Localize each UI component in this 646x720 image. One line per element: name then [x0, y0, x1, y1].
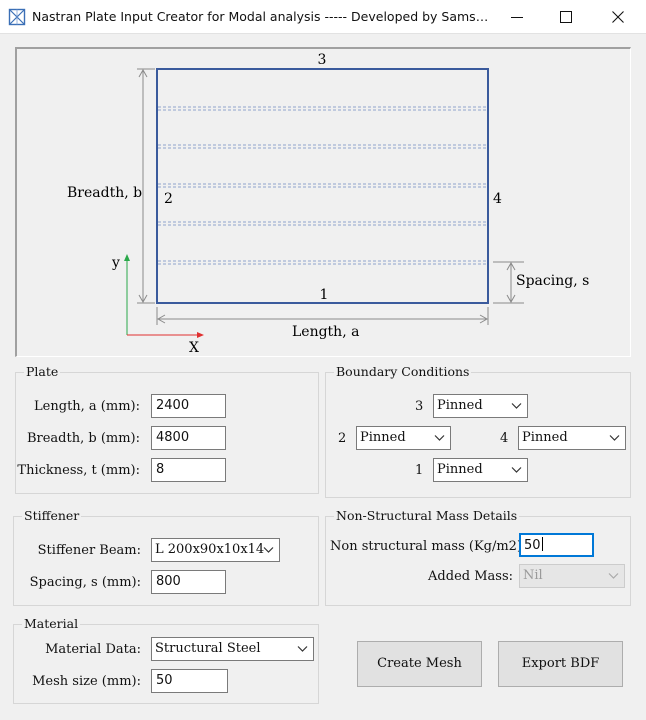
stiffener-group: Stiffener Stiffener Beam: L 200x90x10x14…	[13, 508, 319, 606]
chevron-down-icon	[297, 646, 308, 652]
close-button[interactable]	[594, 0, 642, 34]
edge4-value: Pinned	[522, 430, 568, 445]
stiffener-lines	[158, 106, 487, 265]
mesh-size-input[interactable]: 50	[151, 669, 228, 693]
material-data-select[interactable]: Structural Steel	[151, 637, 314, 661]
stiffener-spacing-input[interactable]: 800	[151, 570, 226, 594]
edge2-label: 2	[338, 431, 347, 446]
edge-label-left: 2	[164, 191, 173, 207]
material-group-title: Material	[22, 616, 81, 631]
maximize-icon	[560, 11, 572, 23]
added-mass-value: Nil	[523, 568, 543, 583]
axis-x-label: X	[189, 340, 199, 356]
chevron-down-icon	[434, 435, 445, 441]
nsm-mass-label: Non structural mass (Kg/m2):	[330, 539, 527, 554]
boundary-group: Boundary Conditions 3 Pinned 2 Pinned 4 …	[325, 364, 631, 498]
nsm-mass-value: 50	[524, 538, 541, 553]
nsm-group-title: Non-Structural Mass Details	[334, 508, 520, 523]
stiffener-beam-value: L 200x90x10x14	[155, 542, 265, 557]
stiffener-group-title: Stiffener	[22, 508, 82, 523]
length-dimension	[156, 307, 489, 325]
minimize-button[interactable]	[493, 0, 541, 34]
edge1-select[interactable]: Pinned	[433, 458, 528, 482]
app-icon	[8, 8, 26, 26]
stiffener-spacing-label: Spacing, s (mm):	[29, 575, 141, 590]
material-data-label: Material Data:	[45, 642, 141, 657]
axis-indicator	[124, 254, 204, 338]
plate-outline	[156, 68, 489, 304]
thickness-input[interactable]: 8	[151, 458, 226, 482]
create-mesh-button[interactable]: Create Mesh	[357, 641, 482, 687]
edge4-label: 4	[500, 431, 509, 446]
minimize-icon	[511, 17, 523, 18]
breadth-input[interactable]: 4800	[151, 426, 226, 450]
edge4-select[interactable]: Pinned	[518, 426, 626, 450]
edge3-select[interactable]: Pinned	[433, 394, 528, 418]
breadth-field-label: Breadth, b (mm):	[26, 431, 140, 446]
spacing-label: Spacing, s	[516, 273, 589, 289]
edge3-value: Pinned	[437, 398, 483, 413]
material-group: Material Material Data: Structural Steel…	[13, 616, 319, 704]
chevron-down-icon	[263, 547, 274, 553]
material-data-value: Structural Steel	[155, 641, 261, 656]
stiffener-beam-select[interactable]: L 200x90x10x14	[151, 538, 280, 562]
length-field-label: Length, a (mm):	[34, 399, 140, 414]
edge-label-right: 4	[493, 191, 502, 207]
plate-group: Plate Length, a (mm): 2400 Breadth, b (m…	[15, 364, 319, 494]
maximize-button[interactable]	[542, 0, 590, 34]
length-label: Length, a	[292, 324, 359, 340]
edge-label-top: 3	[318, 52, 327, 68]
chevron-down-icon	[511, 467, 522, 473]
export-bdf-button[interactable]: Export BDF	[498, 641, 623, 687]
chevron-down-icon	[609, 435, 620, 441]
mesh-size-label: Mesh size (mm):	[32, 674, 141, 689]
window-title: Nastran Plate Input Creator for Modal an…	[32, 9, 490, 24]
plate-diagram: 3 1 2 4 Breadth, b Length, a Spacing, s …	[15, 47, 631, 357]
edge-label-bottom: 1	[320, 287, 329, 303]
text-caret	[541, 537, 543, 551]
edge2-value: Pinned	[360, 430, 406, 445]
edge2-select[interactable]: Pinned	[356, 426, 451, 450]
added-mass-label: Added Mass:	[428, 569, 513, 584]
length-input[interactable]: 2400	[151, 394, 226, 418]
axis-y-label: y	[111, 255, 120, 271]
edge1-value: Pinned	[437, 462, 483, 477]
close-icon	[612, 11, 624, 23]
plate-group-title: Plate	[24, 364, 61, 379]
plate-diagram-svg: 3 1 2 4 Breadth, b Length, a Spacing, s …	[67, 52, 589, 356]
stiffener-beam-label: Stiffener Beam:	[37, 543, 141, 558]
title-bar: Nastran Plate Input Creator for Modal an…	[0, 0, 646, 34]
added-mass-select: Nil	[519, 564, 625, 588]
chevron-down-icon	[511, 403, 522, 409]
breadth-label: Breadth, b	[67, 185, 142, 201]
boundary-group-title: Boundary Conditions	[334, 364, 472, 379]
nsm-mass-input[interactable]: 50	[519, 533, 594, 557]
nsm-group: Non-Structural Mass Details Non structur…	[325, 508, 631, 606]
edge3-label: 3	[415, 399, 424, 414]
chevron-down-icon	[608, 573, 619, 579]
edge1-label: 1	[415, 463, 424, 478]
thickness-field-label: Thickness, t (mm):	[17, 463, 140, 478]
